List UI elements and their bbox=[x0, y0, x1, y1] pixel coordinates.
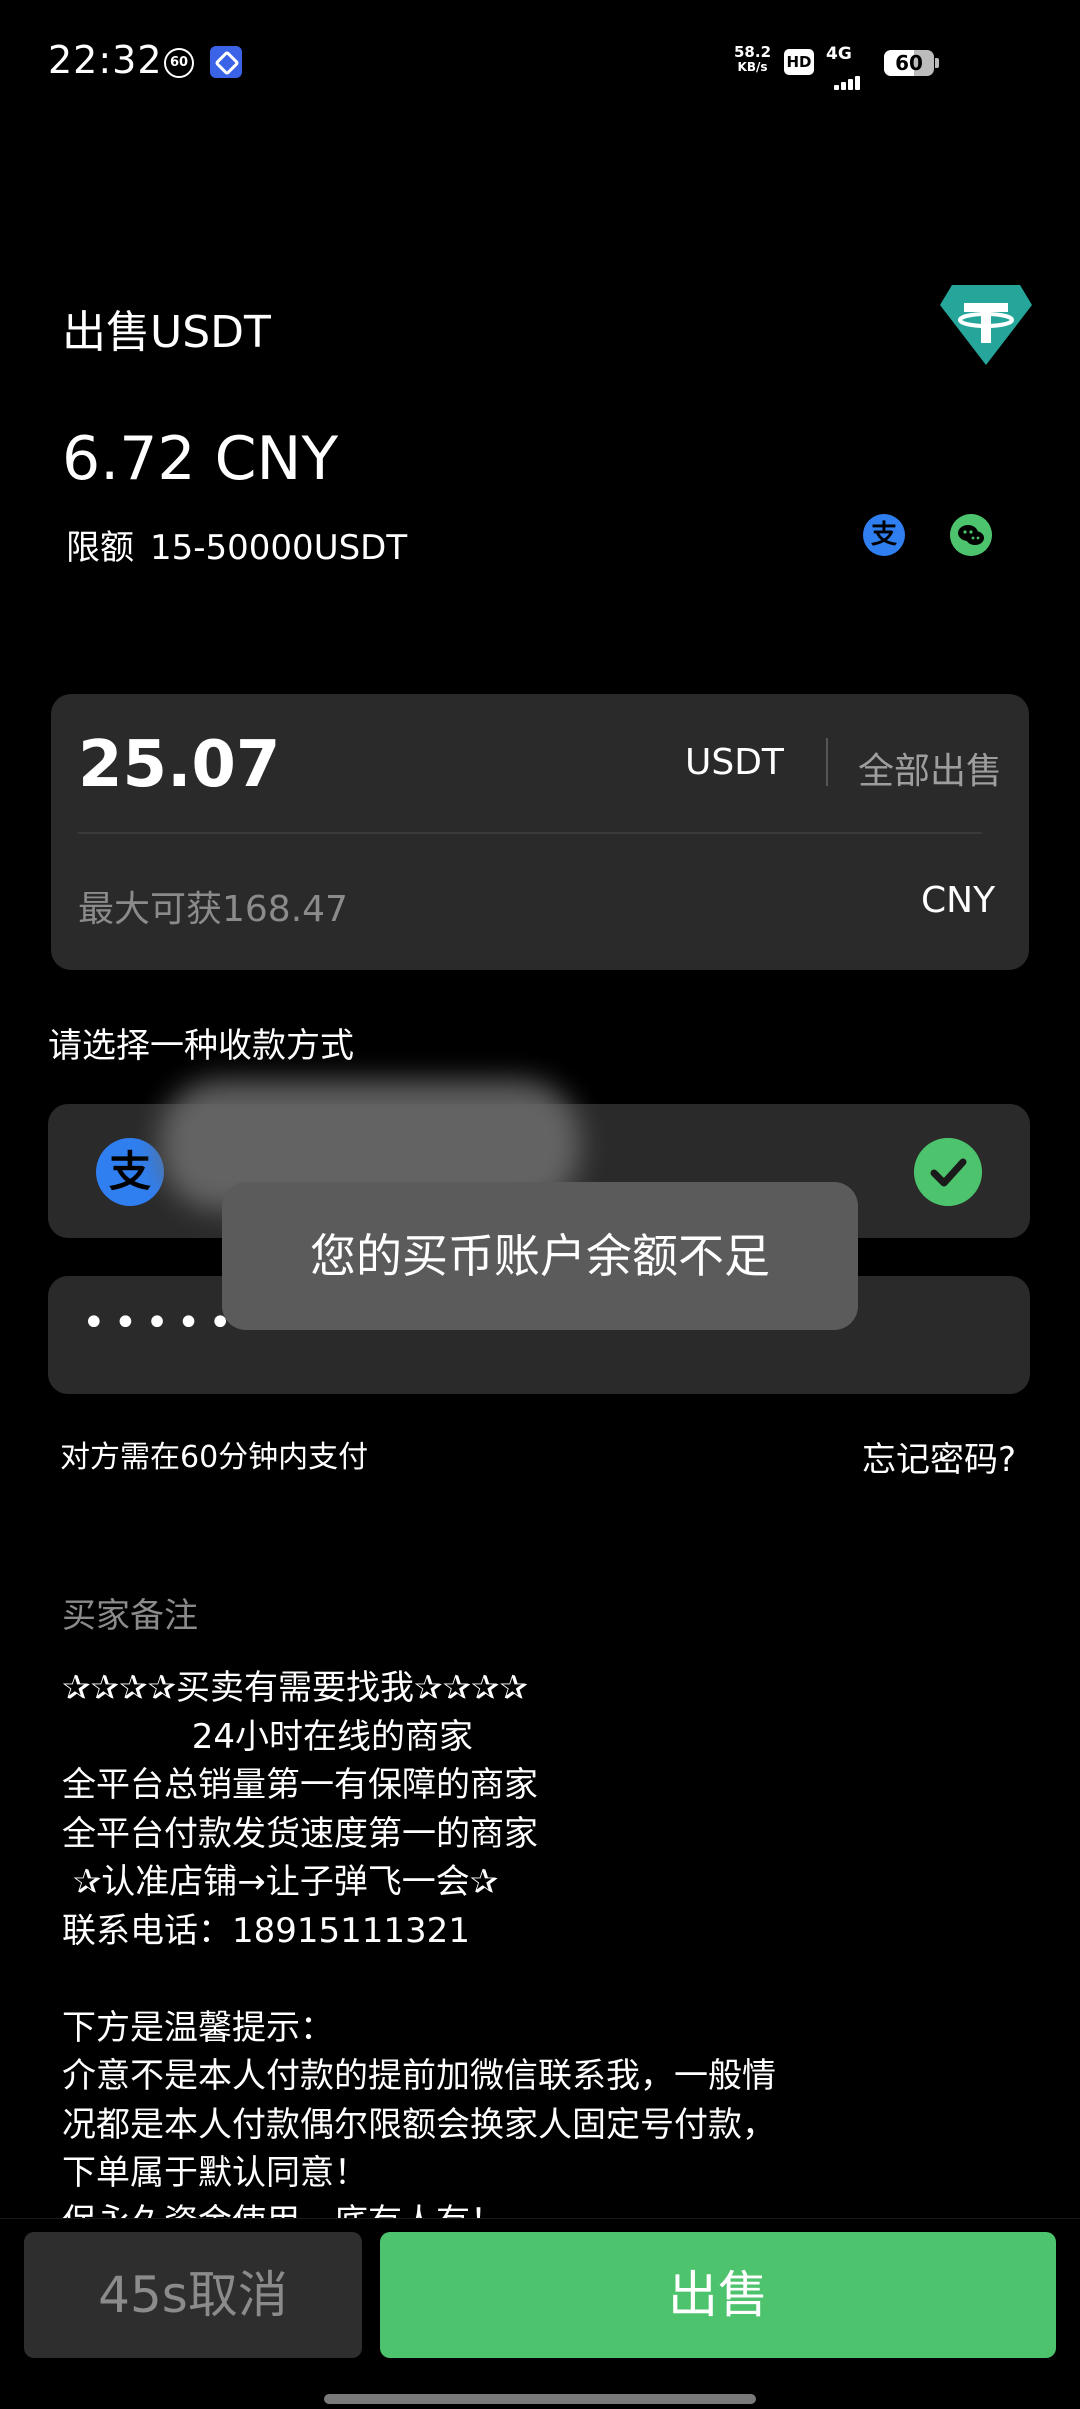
amount-unit: USDT bbox=[685, 742, 784, 783]
status-time: 22:32 bbox=[48, 38, 163, 82]
hd-icon: HD bbox=[784, 49, 814, 75]
wechat-icon bbox=[950, 514, 992, 556]
network-type: 4G bbox=[826, 44, 852, 64]
limit-label: 限额 bbox=[66, 528, 134, 568]
note-line: 下单属于默认同意！ bbox=[62, 2153, 368, 2193]
payment-method-label: 请选择一种收款方式 bbox=[48, 1026, 354, 1066]
network-speed-unit: KB/s bbox=[737, 60, 768, 74]
note-line: ✰✰✰✰买卖有需要找我✰✰✰✰ bbox=[62, 1668, 528, 1708]
battery-tip bbox=[935, 58, 939, 68]
alipay-icon: 支 bbox=[96, 1138, 164, 1206]
page-title: 出售USDT bbox=[62, 307, 271, 358]
buyer-notes-title: 买家备注 bbox=[62, 1596, 198, 1636]
divider bbox=[826, 738, 828, 786]
note-line: 联系电话：18915111321 bbox=[62, 1910, 470, 1951]
unit-price: 6.72 CNY bbox=[62, 424, 339, 494]
battery-level: 60 bbox=[895, 51, 923, 75]
note-line: ✰认准店铺→让子弹飞一会✰ bbox=[62, 1862, 499, 1902]
alipay-icon: 支 bbox=[863, 514, 905, 556]
amount-input[interactable]: 25.07 bbox=[78, 728, 280, 802]
network-speed: 58.2 KB/s bbox=[734, 43, 772, 74]
cancel-button[interactable]: 45s取消 bbox=[24, 2232, 362, 2358]
app-notification-icon bbox=[210, 46, 242, 78]
note-line: 全平台总销量第一有保障的商家 bbox=[62, 1765, 538, 1805]
divider bbox=[78, 832, 982, 834]
note-line: 24小时在线的商家 bbox=[62, 1716, 473, 1757]
signal-icon bbox=[828, 62, 864, 90]
note-line: 全平台付款发货速度第一的商家 bbox=[62, 1813, 538, 1854]
notification-badge-icon: 60 bbox=[164, 48, 194, 78]
forgot-password-link[interactable]: 忘记密码? bbox=[862, 1432, 1016, 1481]
limit-value: 15-50000USDT bbox=[150, 528, 408, 568]
note-line: 下方是温馨提示： bbox=[62, 2007, 334, 2048]
toast-message: 您的买币账户余额不足 bbox=[222, 1182, 858, 1330]
check-icon bbox=[914, 1138, 982, 1206]
note-line: 介意不是本人付款的提前加微信联系我，一般情 bbox=[62, 2056, 776, 2096]
note-line: 况都是本人付款偶尔限额会换家人固定号付款， bbox=[62, 2104, 776, 2145]
note-line bbox=[62, 1955, 1022, 2004]
home-indicator[interactable] bbox=[324, 2394, 756, 2404]
limit-range: 限额 15-50000USDT bbox=[66, 520, 407, 569]
buyer-notes: ✰✰✰✰买卖有需要找我✰✰✰✰ 24小时在线的商家 全平台总销量第一有保障的商家… bbox=[62, 1664, 1022, 2246]
receive-unit: CNY bbox=[921, 880, 996, 921]
max-receive: 最大可获168.47 bbox=[78, 889, 348, 930]
battery-icon: 60 bbox=[884, 50, 934, 76]
pay-within-note: 对方需在60分钟内支付 bbox=[60, 1440, 369, 1475]
sell-button[interactable]: 出售 bbox=[380, 2232, 1056, 2358]
network-speed-value: 58.2 bbox=[734, 43, 772, 61]
sell-all-button[interactable]: 全部出售 bbox=[858, 742, 1002, 794]
usdt-logo-icon bbox=[940, 285, 1032, 365]
